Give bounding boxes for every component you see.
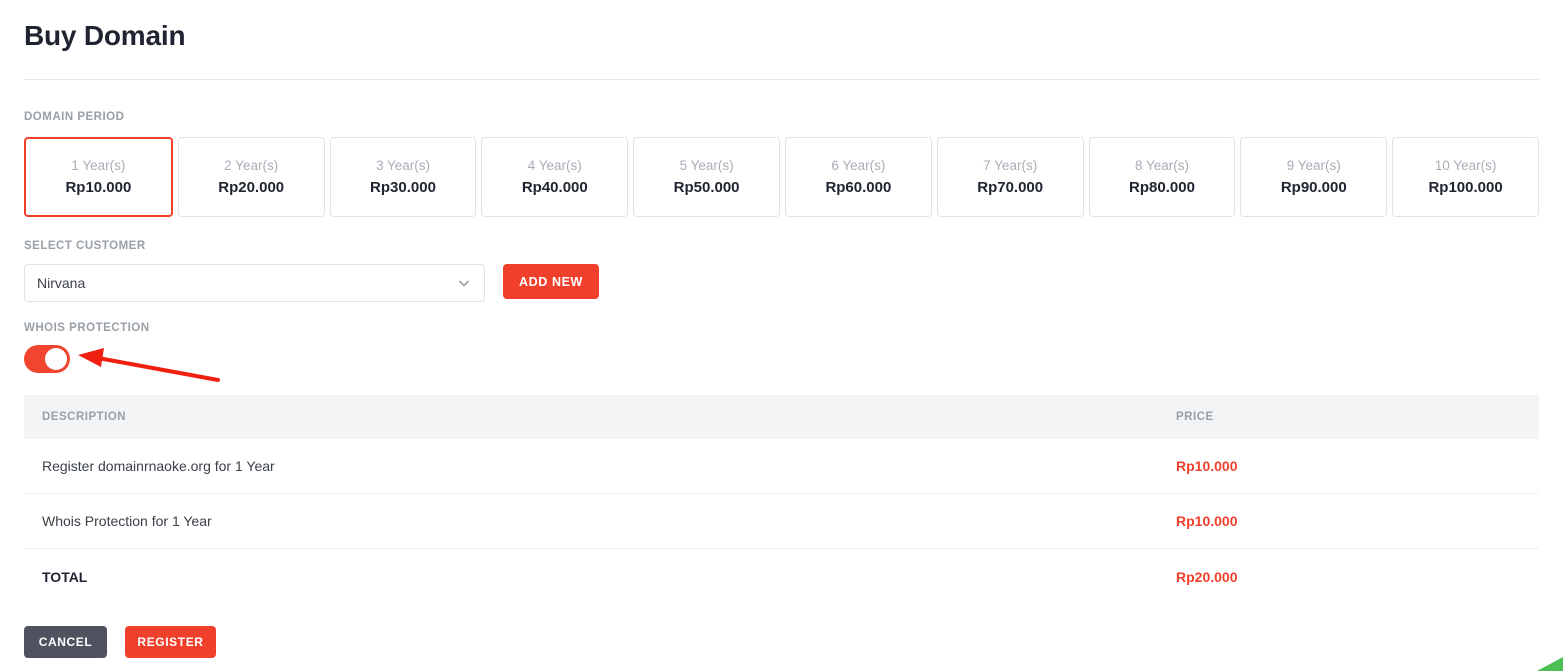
chevron-down-icon [456,275,472,291]
table-cell-price: Rp10.000 [1176,513,1238,529]
whois-protection-label: WHOIS PROTECTION [24,322,150,334]
domain-period-years: 4 Year(s) [527,158,582,174]
domain-period-years: 7 Year(s) [983,158,1038,174]
domain-period-years: 9 Year(s) [1286,158,1341,174]
domain-period-card[interactable]: 2 Year(s) Rp20.000 [177,137,325,217]
domain-period-years: 8 Year(s) [1134,158,1189,174]
domain-period-card[interactable]: 8 Year(s) Rp80.000 [1088,137,1236,217]
table-row: Register domainrnaoke.org for 1 Year Rp10… [24,439,1539,494]
total-price: Rp20.000 [1176,568,1238,585]
domain-period-label: DOMAIN PERIOD [24,111,125,123]
title-divider [24,79,1539,80]
domain-period-price: Rp10.000 [65,178,132,196]
table-header-row: DESCRIPTION PRICE [24,395,1539,439]
domain-period-card[interactable]: 9 Year(s) Rp90.000 [1240,137,1388,217]
domain-period-price: Rp80.000 [1129,178,1195,196]
order-summary-table: DESCRIPTION PRICE Register domainrnaoke.… [24,395,1539,604]
table-cell-description: Whois Protection for 1 Year [42,513,212,529]
domain-period-price: Rp30.000 [370,178,436,196]
column-header-price: PRICE [1176,411,1214,423]
table-row: Whois Protection for 1 Year Rp10.000 [24,494,1539,549]
domain-period-card[interactable]: 4 Year(s) Rp40.000 [481,137,629,217]
page-title: Buy Domain [24,20,186,51]
domain-period-price: Rp90.000 [1280,178,1347,196]
domain-period-years: 3 Year(s) [375,158,431,174]
domain-period-options: 1 Year(s) Rp10.000 2 Year(s) Rp20.000 3 Year… [24,137,1539,217]
domain-period-card[interactable]: 5 Year(s) Rp50.000 [633,137,780,217]
domain-period-years: 1 Year(s) [71,158,126,174]
red-arrow-pointing-left-icon [70,340,230,390]
domain-period-card[interactable]: 1 Year(s) Rp10.000 [24,137,173,217]
domain-period-card[interactable]: 7 Year(s) Rp70.000 [936,137,1084,217]
domain-period-years: 10 Year(s) [1434,158,1497,174]
add-new-customer-button[interactable]: ADD NEW [503,264,599,299]
domain-period-price: Rp20.000 [218,178,285,196]
table-cell-description: Register domainrnaoke.org for 1 Year [42,458,275,474]
register-button[interactable]: REGISTER [125,626,216,658]
domain-period-price: Rp50.000 [673,178,740,196]
domain-period-price: Rp40.000 [521,178,588,196]
green-corner-decoration [1523,657,1563,671]
select-customer-label: SELECT CUSTOMER [24,240,146,252]
domain-period-card[interactable]: 6 Year(s) Rp60.000 [784,137,932,217]
domain-period-years: 5 Year(s) [679,158,734,174]
table-row-total: TOTAL Rp20.000 [24,549,1539,604]
customer-select-dropdown[interactable]: Nirvana [24,264,485,302]
domain-period-card[interactable]: 3 Year(s) Rp30.000 [329,137,477,217]
cancel-button[interactable]: CANCEL [24,626,107,658]
domain-period-price: Rp100.000 [1428,178,1503,196]
domain-period-price: Rp70.000 [977,178,1044,196]
domain-period-card[interactable]: 10 Year(s) Rp100.000 [1392,137,1539,217]
column-header-description: DESCRIPTION [42,411,127,423]
customer-select-value: Nirvana [37,275,86,291]
total-label: TOTAL [42,568,88,585]
domain-period-price: Rp60.000 [825,178,892,196]
table-cell-price: Rp10.000 [1176,458,1238,474]
domain-period-years: 2 Year(s) [224,158,279,174]
buy-domain-page: Buy Domain DOMAIN PERIOD 1 Year(s) Rp10.0… [0,0,1563,671]
whois-protection-toggle[interactable] [24,345,70,373]
domain-period-years: 6 Year(s) [831,158,886,174]
whois-protection-toggle-knob [45,348,67,370]
